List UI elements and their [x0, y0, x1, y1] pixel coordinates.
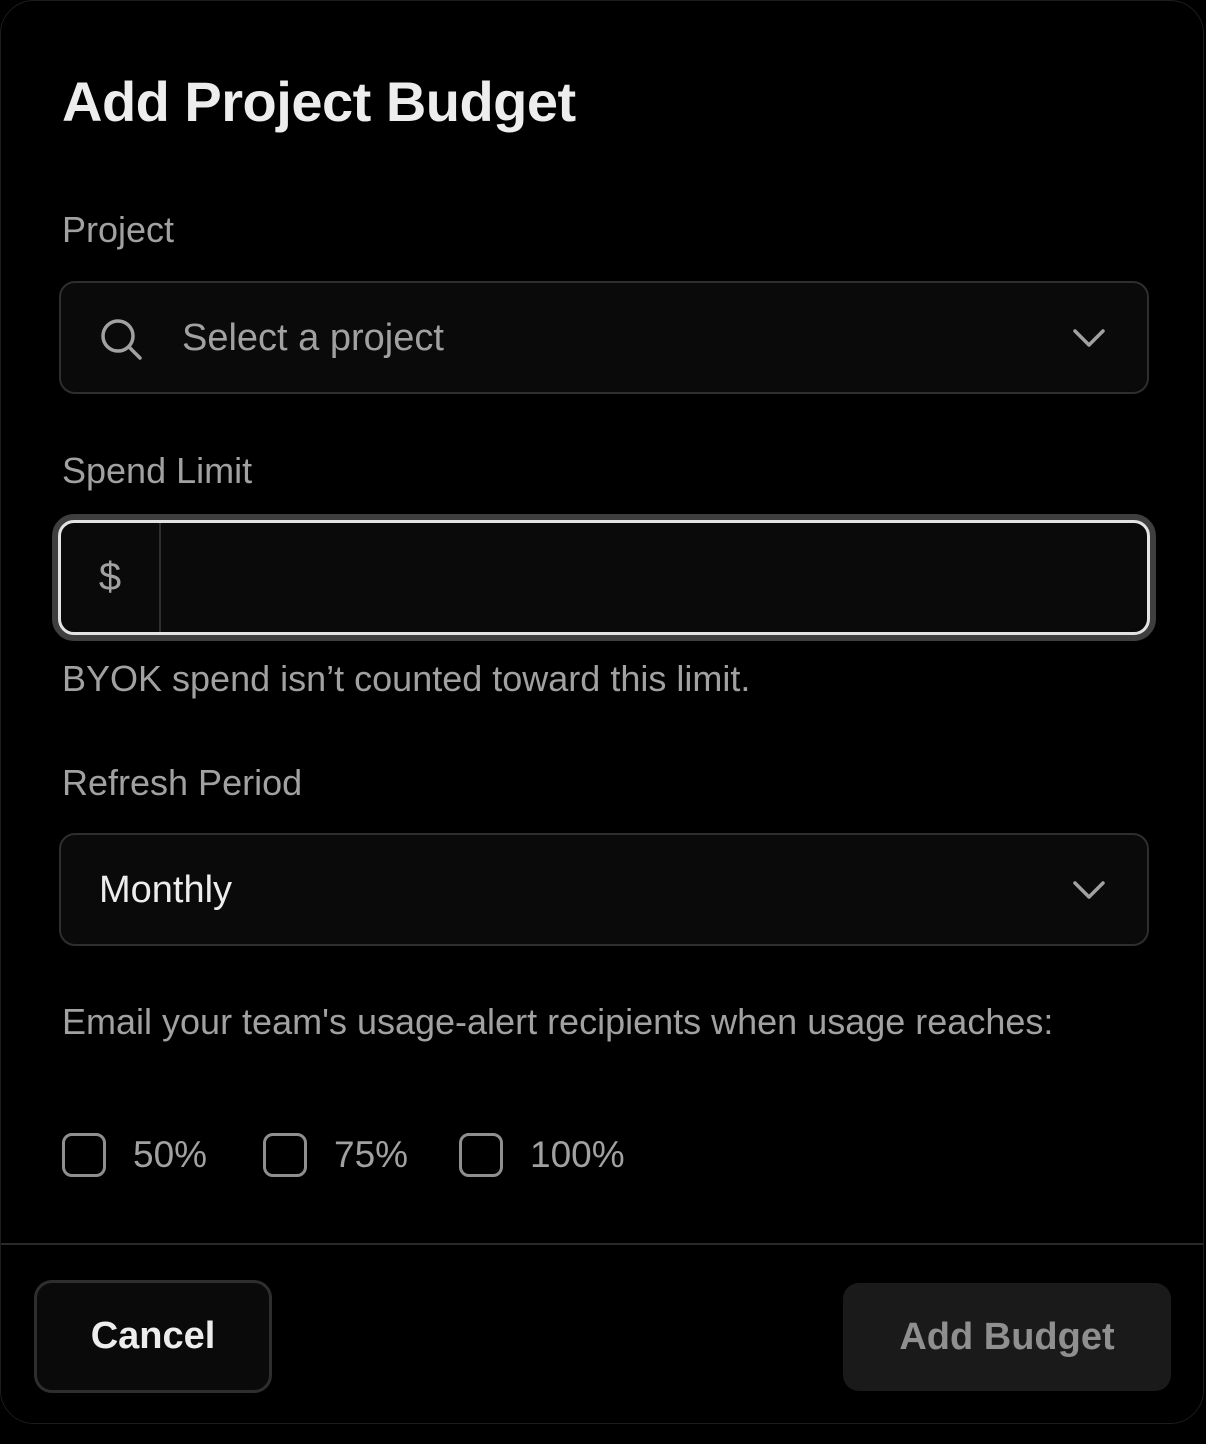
checkbox-100[interactable]	[459, 1133, 503, 1177]
refresh-period-value: Monthly	[99, 869, 233, 911]
refresh-period-select[interactable]: Monthly	[59, 833, 1149, 946]
chevron-down-icon	[1073, 881, 1105, 899]
project-label: Project	[62, 209, 175, 250]
spend-limit-input-wrapper: $	[58, 520, 1150, 635]
alert-option-75[interactable]: 75%	[263, 1131, 408, 1179]
refresh-period-label: Refresh Period	[62, 762, 303, 803]
dialog-title: Add Project Budget	[62, 70, 576, 133]
project-select[interactable]: Select a project	[59, 281, 1149, 394]
add-budget-button[interactable]: Add Budget	[843, 1283, 1171, 1391]
alert-option-label: 75%	[334, 1134, 409, 1175]
usage-alert-description: Email your team's usage-alert recipients…	[62, 1001, 1054, 1042]
alert-option-label: 50%	[133, 1134, 208, 1175]
spend-limit-label: Spend Limit	[62, 450, 253, 491]
project-select-placeholder: Select a project	[182, 317, 444, 359]
cancel-button[interactable]: Cancel	[34, 1280, 272, 1393]
spend-limit-field: $	[52, 514, 1156, 641]
checkbox-75[interactable]	[263, 1133, 307, 1177]
dialog-footer: Cancel Add Budget	[1, 1245, 1203, 1423]
alert-option-100[interactable]: 100%	[459, 1131, 625, 1179]
spend-limit-hint: BYOK spend isn’t counted toward this lim…	[62, 658, 751, 699]
alert-option-label: 100%	[530, 1134, 625, 1175]
currency-prefix: $	[61, 523, 161, 632]
alert-option-50[interactable]: 50%	[62, 1131, 207, 1179]
checkbox-50[interactable]	[62, 1133, 106, 1177]
chevron-down-icon	[1073, 329, 1105, 347]
search-icon	[101, 319, 142, 360]
add-project-budget-dialog: Add Project Budget Project Select a proj…	[0, 0, 1204, 1424]
spend-limit-input[interactable]	[161, 523, 1147, 632]
